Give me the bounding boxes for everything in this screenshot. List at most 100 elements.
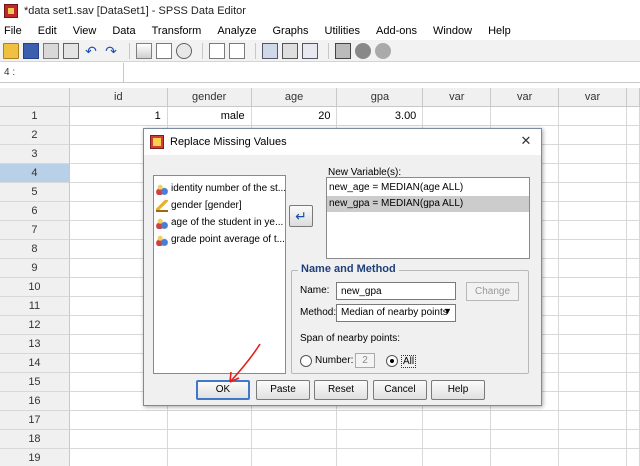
dialog-recall-icon[interactable]	[63, 42, 79, 59]
new-variables-list[interactable]: new_age = MEDIAN(age ALL) new_gpa = MEDI…	[326, 177, 530, 259]
row-number[interactable]: 4	[0, 164, 70, 183]
cell-var[interactable]	[559, 430, 627, 449]
list-item-selected[interactable]: new_gpa = MEDIAN(gpa ALL)	[327, 196, 529, 212]
column-header-id[interactable]: id	[69, 88, 168, 107]
insert-cases-icon[interactable]	[209, 42, 225, 59]
cell-var[interactable]	[559, 297, 627, 316]
row-number[interactable]: 19	[0, 449, 70, 466]
menu-file[interactable]: File	[4, 25, 22, 37]
row-number[interactable]: 14	[0, 354, 70, 373]
cell-var[interactable]	[559, 354, 627, 373]
cell-var[interactable]	[423, 449, 492, 466]
help-button[interactable]: Help	[431, 380, 485, 400]
row-number[interactable]: 13	[0, 335, 70, 354]
menu-transform[interactable]: Transform	[152, 25, 202, 37]
change-button[interactable]: Change	[466, 282, 519, 301]
cell-var[interactable]	[559, 240, 627, 259]
select-cases-icon[interactable]	[302, 42, 318, 59]
menu-help[interactable]: Help	[488, 25, 511, 37]
cell-var[interactable]	[491, 107, 560, 126]
cell-var[interactable]	[491, 449, 560, 466]
column-header-var[interactable]: var	[491, 88, 560, 107]
row-number[interactable]: 8	[0, 240, 70, 259]
name-field[interactable]	[336, 282, 456, 300]
cell-var[interactable]	[559, 202, 627, 221]
cell-var[interactable]	[559, 107, 627, 126]
variables-icon[interactable]	[156, 42, 172, 59]
cell-gender[interactable]	[167, 430, 252, 449]
all-radio[interactable]	[386, 355, 398, 367]
row-number[interactable]: 5	[0, 183, 70, 202]
row-number[interactable]: 2	[0, 126, 70, 145]
cell-var[interactable]	[559, 145, 627, 164]
cell-var[interactable]	[491, 430, 560, 449]
cell-var[interactable]	[559, 164, 627, 183]
cell-age[interactable]	[251, 430, 338, 449]
row-number[interactable]: 6	[0, 202, 70, 221]
menu-view[interactable]: View	[73, 25, 97, 37]
row-number[interactable]: 9	[0, 259, 70, 278]
menu-addons[interactable]: Add-ons	[376, 25, 417, 37]
open-folder-icon[interactable]	[3, 42, 19, 59]
list-item[interactable]: identity number of the st...	[154, 180, 285, 197]
cell-var[interactable]	[559, 411, 627, 430]
list-item[interactable]: grade point average of t...	[154, 231, 285, 248]
row-number[interactable]: 10	[0, 278, 70, 297]
goto-case-icon[interactable]	[136, 42, 152, 59]
column-header-gender[interactable]: gender	[167, 88, 252, 107]
cell-gpa[interactable]	[337, 430, 424, 449]
cell-gender[interactable]: male	[167, 107, 252, 126]
column-header-age[interactable]: age	[251, 88, 338, 107]
weight-cases-icon[interactable]	[282, 42, 298, 59]
cell-var[interactable]	[559, 221, 627, 240]
method-dropdown[interactable]: Median of nearby points ▼	[336, 304, 456, 322]
row-number[interactable]: 17	[0, 411, 70, 430]
cell-id[interactable]	[70, 449, 168, 466]
value-labels-icon[interactable]	[335, 42, 351, 59]
cell-var[interactable]	[559, 126, 627, 145]
cell-gpa[interactable]: 3.00	[337, 107, 424, 126]
cell-gpa[interactable]	[337, 449, 424, 466]
menu-data[interactable]: Data	[112, 25, 135, 37]
column-header-gpa[interactable]: gpa	[337, 88, 424, 107]
undo-icon[interactable]: ↶	[83, 43, 99, 59]
number-field[interactable]: 2	[355, 353, 375, 368]
row-number[interactable]: 18	[0, 430, 70, 449]
menu-analyze[interactable]: Analyze	[217, 25, 256, 37]
cell-age[interactable]	[251, 411, 338, 430]
menu-window[interactable]: Window	[433, 25, 472, 37]
row-number[interactable]: 3	[0, 145, 70, 164]
row-number[interactable]: 1	[0, 107, 70, 126]
cell-gender[interactable]	[168, 449, 252, 466]
close-icon[interactable]: ✕	[519, 134, 533, 148]
use-sets-icon[interactable]	[355, 42, 371, 59]
split-file-icon[interactable]	[262, 42, 278, 59]
cell-id[interactable]	[69, 430, 168, 449]
row-number[interactable]: 15	[0, 373, 70, 392]
menu-edit[interactable]: Edit	[38, 25, 57, 37]
cell-var[interactable]	[423, 430, 492, 449]
redo-icon[interactable]: ↷	[103, 43, 119, 59]
menu-utilities[interactable]: Utilities	[325, 25, 360, 37]
row-number[interactable]: 11	[0, 297, 70, 316]
cell-gender[interactable]	[167, 411, 252, 430]
cell-id[interactable]	[69, 411, 168, 430]
number-radio[interactable]	[300, 355, 312, 367]
cell-age[interactable]: 20	[251, 107, 338, 126]
cell-gpa[interactable]	[337, 411, 424, 430]
list-item[interactable]: gender [gender]	[154, 197, 285, 214]
cell-var[interactable]	[559, 183, 627, 202]
reset-button[interactable]: Reset	[314, 380, 368, 400]
row-number[interactable]: 7	[0, 221, 70, 240]
cell-var[interactable]	[423, 107, 492, 126]
insert-variable-icon[interactable]	[229, 42, 245, 59]
cell-var[interactable]	[559, 335, 627, 354]
cell-var[interactable]	[559, 392, 627, 411]
row-number[interactable]: 16	[0, 392, 70, 411]
cell-var[interactable]	[423, 411, 492, 430]
print-icon[interactable]	[43, 42, 59, 59]
list-item[interactable]: new_age = MEDIAN(age ALL)	[327, 180, 529, 196]
column-header-var[interactable]: var	[559, 88, 627, 107]
cell-var[interactable]	[559, 278, 627, 297]
list-item[interactable]: age of the student in ye...	[154, 214, 285, 231]
